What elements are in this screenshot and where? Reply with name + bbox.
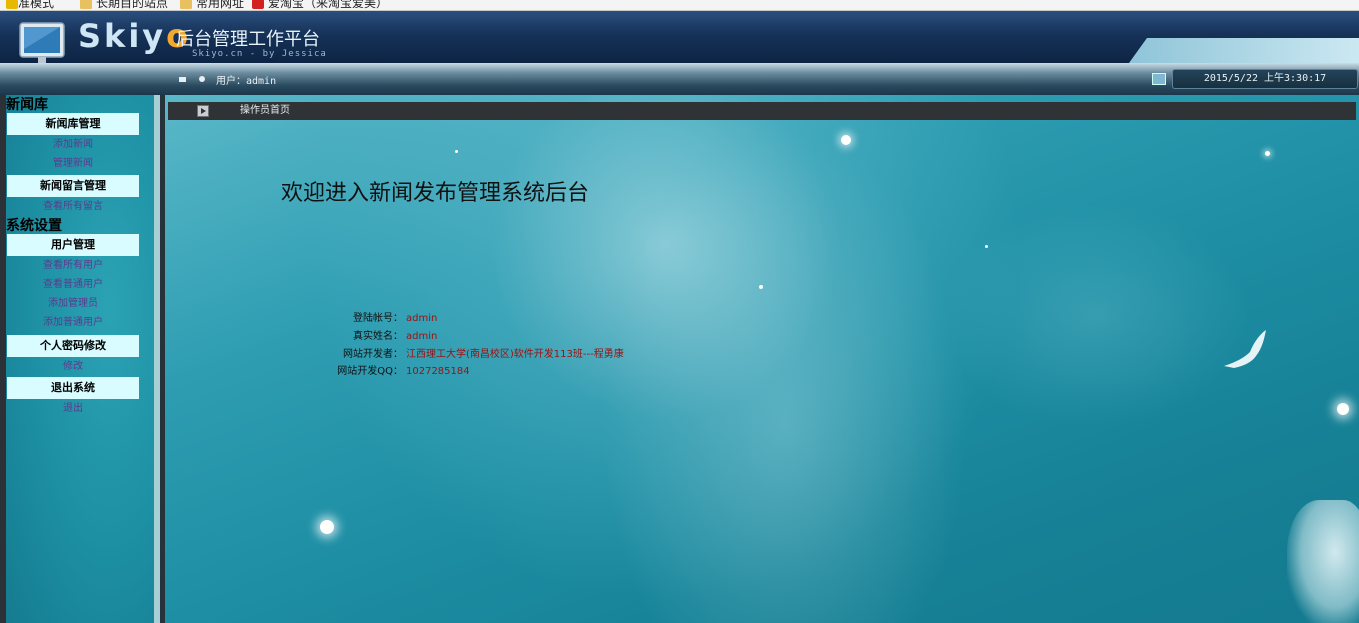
star-decoration <box>1265 151 1270 156</box>
logo: Skiyo <box>78 17 192 55</box>
sidebar-link-logout[interactable]: 退出 <box>7 402 139 416</box>
current-user: 用户：admin <box>216 76 277 87</box>
sidebar-link-all-users[interactable]: 查看所有用户 <box>7 259 139 273</box>
header-decoration <box>1129 38 1359 63</box>
breadcrumb: 操作员首页 <box>168 102 1356 120</box>
sidebar-group-header[interactable]: 个人密码修改 <box>7 335 139 357</box>
bookmark-item[interactable]: 常用网址 <box>180 0 244 10</box>
info-label: 网站开发者： <box>343 349 403 360</box>
platform-subtitle: Skiyo.cn - by Jessica <box>192 49 327 59</box>
sidebar-group-header[interactable]: 退出系统 <box>7 377 139 399</box>
sidebar-section-title: 新闻库 <box>6 97 48 113</box>
tree-decoration <box>1287 500 1359 623</box>
sidebar-link-change-password[interactable]: 修改 <box>7 360 139 374</box>
sidebar-group-header[interactable]: 用户管理 <box>7 234 139 256</box>
play-icon[interactable] <box>197 105 209 117</box>
info-label: 登陆帐号： <box>353 313 403 324</box>
sidebar-link-add-news[interactable]: 添加新闻 <box>7 138 139 152</box>
bookmark-item[interactable]: 标准模式 <box>6 0 54 10</box>
main-content: 操作员首页 欢迎进入新闻发布管理系统后台 登陆帐号： admin 真实姓名： a… <box>165 95 1359 623</box>
sidebar-divider[interactable] <box>154 95 165 623</box>
bookmark-item[interactable]: 长期目的站点 <box>80 0 168 10</box>
info-row: 网站开发者： <box>165 349 403 361</box>
bookmarks-bar: 标准模式 长期目的站点 常用网址 爱淘宝（来淘宝爱美） <box>0 0 1359 11</box>
sidebar-group-header[interactable]: 新闻留言管理 <box>7 175 139 197</box>
screen-icon <box>1152 73 1166 85</box>
folder-icon <box>80 0 92 9</box>
sidebar-link-add-admin[interactable]: 添加管理员 <box>7 297 139 311</box>
folder-icon <box>180 0 192 9</box>
bird-decoration <box>1224 330 1266 368</box>
status-bar: 用户：admin 2015/5/22 上午3:30:17 <box>0 63 1359 95</box>
star-decoration <box>320 520 334 534</box>
dot-icon <box>199 76 205 82</box>
datetime-display: 2015/5/22 上午3:30:17 <box>1172 69 1358 89</box>
sidebar-link-add-user[interactable]: 添加普通用户 <box>7 316 139 330</box>
sidebar: 新闻库 新闻库管理 添加新闻 管理新闻 新闻留言管理 查看所有留言 系统设置 用… <box>6 95 154 623</box>
app-header: Skiyo 后台管理工作平台 Skiyo.cn - by Jessica <box>0 11 1359 72</box>
sidebar-link-normal-users[interactable]: 查看普通用户 <box>7 278 139 292</box>
sidebar-link-manage-news[interactable]: 管理新闻 <box>7 157 139 171</box>
taobao-icon <box>252 0 264 9</box>
sidebar-link-all-comments[interactable]: 查看所有留言 <box>7 200 139 214</box>
sidebar-frame: 新闻库 新闻库管理 添加新闻 管理新闻 新闻留言管理 查看所有留言 系统设置 用… <box>0 95 165 623</box>
star-decoration <box>841 135 851 145</box>
info-label: 网站开发QQ： <box>337 366 403 377</box>
info-label: 真实姓名： <box>353 331 403 342</box>
star-decoration <box>985 245 988 248</box>
star-icon <box>6 0 18 9</box>
star-decoration <box>1337 403 1349 415</box>
bookmark-item[interactable]: 爱淘宝（来淘宝爱美） <box>252 0 388 10</box>
sidebar-section-title: 系统设置 <box>6 218 62 234</box>
square-icon <box>179 77 186 82</box>
star-decoration <box>759 285 763 289</box>
info-row: 网站开发QQ： <box>165 366 403 378</box>
info-row: 登陆帐号： <box>165 313 403 325</box>
page-title: 欢迎进入新闻发布管理系统后台 <box>281 181 590 206</box>
platform-title: 后台管理工作平台 <box>176 29 320 50</box>
sidebar-group-header[interactable]: 新闻库管理 <box>7 113 139 135</box>
breadcrumb-label: 操作员首页 <box>240 105 290 116</box>
star-decoration <box>455 150 458 153</box>
info-row: 真实姓名： <box>165 331 403 343</box>
